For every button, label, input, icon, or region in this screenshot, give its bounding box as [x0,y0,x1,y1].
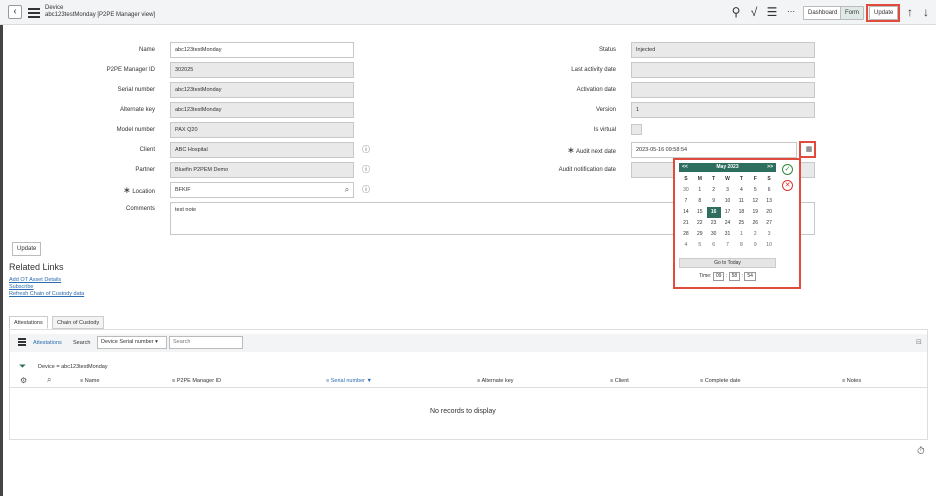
is-virtual-checkbox [631,124,642,135]
name-field[interactable]: abc123testMonday [170,42,354,58]
name-label: Name [138,47,155,53]
cancel-icon[interactable]: ✕ [782,180,793,191]
column-label: P2PE Manager ID [176,378,222,384]
required-icon: ∗ [567,145,575,155]
client-label: Client [139,147,155,153]
left-edge [0,25,3,496]
timer-icon[interactable]: ⏱ [917,446,925,457]
list-search-input[interactable]: Search [169,336,243,349]
subscribe-link[interactable]: Subscribe [9,284,33,290]
list-toolbar: Attestations Search Device Serial number… [10,334,927,352]
location-field[interactable]: BFKIF [170,182,354,198]
hamburger-icon[interactable] [28,6,40,18]
last-activity-date-field [631,62,815,78]
filter-icon[interactable]: ⏷ [19,361,26,372]
column-header-p2pe-manager-id[interactable]: ≡ P2PE Manager ID [172,378,221,384]
column-label: Serial number [330,378,365,384]
comments-label: Comments [125,206,155,212]
no-records-message: No records to display [430,408,496,415]
activation-date-field [631,82,815,98]
form-subtitle: abc123testMonday [P2PE Manager view] [45,12,156,18]
column-header-notes[interactable]: ≡ Notes [842,378,861,384]
dashboard-button[interactable]: Dashboard [803,6,843,20]
required-icon: ∗ [123,185,131,195]
alternate-key-field: abc123testMonday [170,102,354,118]
list-name: Attestations [33,340,62,346]
location-info-icon[interactable]: ⓘ [358,182,374,198]
serial-number-field: abc123testMonday [170,82,354,98]
confirm-icon[interactable]: ✓ [782,164,793,175]
model-number-field: PAX Q20 [170,122,354,138]
column-header-client[interactable]: ≡ Client [610,378,629,384]
model-number-label: Model number [116,127,155,133]
related-links-title: Related Links [9,262,64,272]
column-label: Complete date [704,378,741,384]
column-header-serial-number[interactable]: ≡ Serial number ▼ [326,378,372,384]
add-ot-asset-link[interactable]: Add OT Asset Details [9,277,61,283]
client-info-icon[interactable]: ⓘ [358,142,374,158]
more-icon[interactable]: ⋯ [784,5,798,19]
search-field-value: Device Serial number [101,339,154,345]
search-icon[interactable]: ⌕ [339,182,355,198]
back-icon[interactable]: ‹ [8,5,22,19]
form-header: ‹ Device abc123testMonday [P2PE Manager … [0,0,936,25]
location-label: ∗ Location [55,185,155,196]
column-label: Notes [846,378,862,384]
activity-icon[interactable]: √ [748,5,760,19]
partner-info-icon[interactable]: ⓘ [358,162,374,178]
column-label: Name [84,378,100,384]
column-header-complete-date[interactable]: ≡ Complete date [700,378,741,384]
last-activity-date-label: Last activity date [571,67,616,73]
update-button[interactable]: Update [12,242,42,256]
audit-next-date-label: ∗ Audit next date [496,145,616,156]
status-field: Injected [631,42,815,58]
gear-icon[interactable]: ⚙ [20,376,27,385]
location-label-text: Location [132,189,155,195]
form-button[interactable]: Form [840,6,864,20]
version-label: Version [595,107,616,113]
column-header-name[interactable]: ≡ Name [80,378,99,384]
search-field-select[interactable]: Device Serial number ▾ [97,336,167,349]
down-arrow-icon[interactable]: ↓ [920,5,932,19]
settings-icon[interactable]: ☰ [766,5,778,19]
partner-label: Partner [135,167,155,173]
client-field: ABC Hospital [170,142,354,158]
column-header-alternate-key[interactable]: ≡ Alternate key [477,378,514,384]
partner-field: Bluefin P2PEM Demo [170,162,354,178]
up-arrow-icon[interactable]: ↑ [904,5,916,19]
status-label: Status [598,47,616,53]
form-title: Device [45,5,64,11]
highlight-box [799,141,816,158]
audit-notification-date-label: Audit notification date [558,167,616,173]
p2pe-manager-id-label: P2PE Manager ID [106,67,155,73]
column-label: Client [614,378,629,384]
hamburger-icon[interactable] [18,338,26,346]
version-field: 1 [631,102,815,118]
header-divider [10,387,927,388]
is-virtual-label: Is virtual [593,127,616,133]
highlight-box [673,158,801,289]
tab-chain-of-custody[interactable]: Chain of Custody [52,316,105,329]
alternate-key-label: Alternate key [119,107,155,113]
filter-condition[interactable]: Device = abc123testMonday [38,364,108,370]
refresh-chain-link[interactable]: Refresh Chain of Custody data [9,291,84,297]
audit-next-date-label-text: Audit next date [575,149,616,155]
audit-next-date-field[interactable]: 2023-05-16 09:58:54 [631,142,797,158]
search-label: Search [73,340,91,346]
attachment-icon[interactable]: ⚲ [730,5,742,19]
activation-date-label: Activation date [576,87,616,93]
p2pe-manager-id-field: 302025 [170,62,354,78]
serial-number-label: Serial number [117,87,155,93]
search-icon[interactable]: ⌕ [47,375,51,385]
list-settings-icon[interactable]: ⊟ [916,338,922,346]
column-label: Alternate key [481,378,514,384]
tab-attestations[interactable]: Attestations [9,316,48,329]
highlight-box [866,4,900,22]
